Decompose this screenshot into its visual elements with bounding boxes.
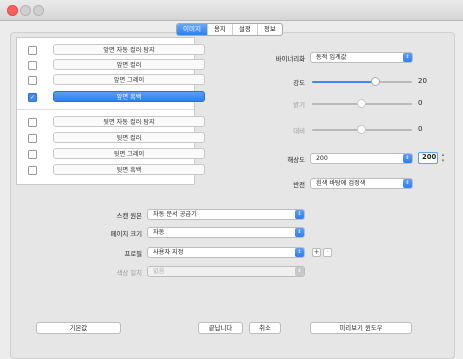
color-match-value: 없음 [153,268,165,275]
list-item-label[interactable]: 뒷면 컬러 [53,132,205,143]
contrast-slider[interactable] [312,77,412,86]
list-item-label[interactable]: 앞면 자동 컬러 탐지 [53,44,205,55]
contrast-slider-knob[interactable] [371,77,380,86]
list-item-label[interactable]: 뒷면 그레이 [53,148,205,159]
list-divider [17,109,194,110]
resolution-select[interactable]: 200 ⇕ [310,153,413,164]
minimize-window-button[interactable] [20,5,31,16]
resolution-stepper[interactable]: ▴ ▾ [440,152,446,164]
list-item[interactable]: 뒷면 흑백 [17,162,205,177]
scan-mode-list: 앞면 자동 컬러 탐지 앞면 컬러 앞면 그레이 ✓ 앞면 흑백 뒷면 자동 컬… [16,37,205,185]
tab-paper[interactable]: 용지 [206,24,232,35]
list-item-label[interactable]: 앞면 흑백 [53,91,205,102]
page-size-select[interactable]: 자동 ⇕ [147,227,305,238]
resolution-label: 해상도 [287,156,305,164]
list-item[interactable]: 뒷면 그레이 [17,146,205,161]
scan-source-label: 스캔 원본 [116,212,142,220]
checkbox-front-bw[interactable]: ✓ [28,93,37,102]
title-bar [0,0,463,21]
gamma-slider[interactable] [312,125,412,134]
scan-source-value: 자동 문서 공급기 [153,211,197,218]
contrast-value: 20 [418,77,427,85]
contrast-slider-fill [312,81,375,83]
invert-value: 흰색 바탕에 검정색 [316,180,366,187]
list-item[interactable]: 앞면 컬러 [17,57,205,72]
chevron-updown-icon: ⇕ [295,228,304,237]
binarization-select[interactable]: 동적 임계값 ⇕ [310,52,413,63]
chevron-updown-icon: ⇕ [295,267,304,276]
invert-select[interactable]: 흰색 바탕에 검정색 ⇕ [310,178,413,189]
page-size-value: 자동 [153,229,165,236]
checkbox-front-color[interactable] [28,61,37,70]
profile-label: 프로필 [124,250,142,258]
profile-select[interactable]: 사용자 지정 ⇕ [147,247,305,258]
binarization-value: 동적 임계값 [316,54,347,61]
defaults-button[interactable]: 기본값 [36,322,121,334]
color-match-select[interactable]: 없음 ⇕ [147,266,305,277]
chevron-updown-icon: ⇕ [403,179,412,188]
brightness-slider-knob[interactable] [357,99,366,108]
chevron-updown-icon: ⇕ [403,154,412,163]
brightness-value: 0 [418,99,423,107]
gamma-slider-knob[interactable] [357,125,366,134]
page-size-label: 페이지 크기 [110,230,142,238]
tab-image[interactable]: 이미지 [177,24,207,35]
resolution-value: 200 [316,155,328,162]
close-window-button[interactable] [7,5,18,16]
brightness-label: 밝기 [293,101,305,109]
remove-profile-button[interactable]: - [323,248,332,257]
color-match-label: 색상 일치 [116,269,142,277]
checkbox-back-color[interactable] [28,134,37,143]
add-profile-button[interactable]: + [312,248,321,257]
chevron-updown-icon: ⇕ [295,248,304,257]
chevron-updown-icon: ⇕ [403,53,412,62]
gamma-label: 대비 [293,127,305,135]
list-item-label[interactable]: 앞면 그레이 [53,74,205,85]
resolution-field[interactable]: 200 [418,152,438,164]
list-item-label[interactable]: 뒷면 흑백 [53,164,205,175]
list-item[interactable]: 뒷면 자동 컬러 탐지 [17,114,205,129]
checkbox-front-auto-color[interactable] [28,46,37,55]
scan-source-select[interactable]: 자동 문서 공급기 ⇕ [147,209,305,220]
checkbox-back-auto-color[interactable] [28,118,37,127]
tab-settings[interactable]: 설정 [231,24,257,35]
contrast-label: 강도 [293,79,305,87]
binarization-label: 바이너리화 [275,55,305,63]
tab-info[interactable]: 정보 [256,24,282,35]
preview-window-button[interactable]: 미리보기 윈도우 [310,322,412,334]
list-item[interactable]: 앞면 자동 컬러 탐지 [17,42,205,57]
cancel-button[interactable]: 취소 [249,322,281,334]
invert-label: 반전 [293,181,305,189]
checkbox-back-gray[interactable] [28,150,37,159]
done-button[interactable]: 끝납니다 [198,322,243,334]
list-item-label[interactable]: 뒷면 자동 컬러 탐지 [53,116,205,127]
list-item[interactable]: 뒷면 컬러 [17,130,205,145]
list-item[interactable]: ✓ 앞면 흑백 [17,89,205,104]
checkbox-back-bw[interactable] [28,166,37,175]
chevron-updown-icon: ⇕ [295,210,304,219]
list-item-label[interactable]: 앞면 컬러 [53,59,205,70]
profile-value: 사용자 지정 [153,249,184,256]
checkbox-front-gray[interactable] [28,76,37,85]
list-item[interactable]: 앞면 그레이 [17,72,205,87]
brightness-slider[interactable] [312,99,412,108]
zoom-window-button[interactable] [33,5,44,16]
gamma-value: 0 [418,125,423,133]
tab-bar: 이미지 용지 설정 정보 [176,23,283,36]
